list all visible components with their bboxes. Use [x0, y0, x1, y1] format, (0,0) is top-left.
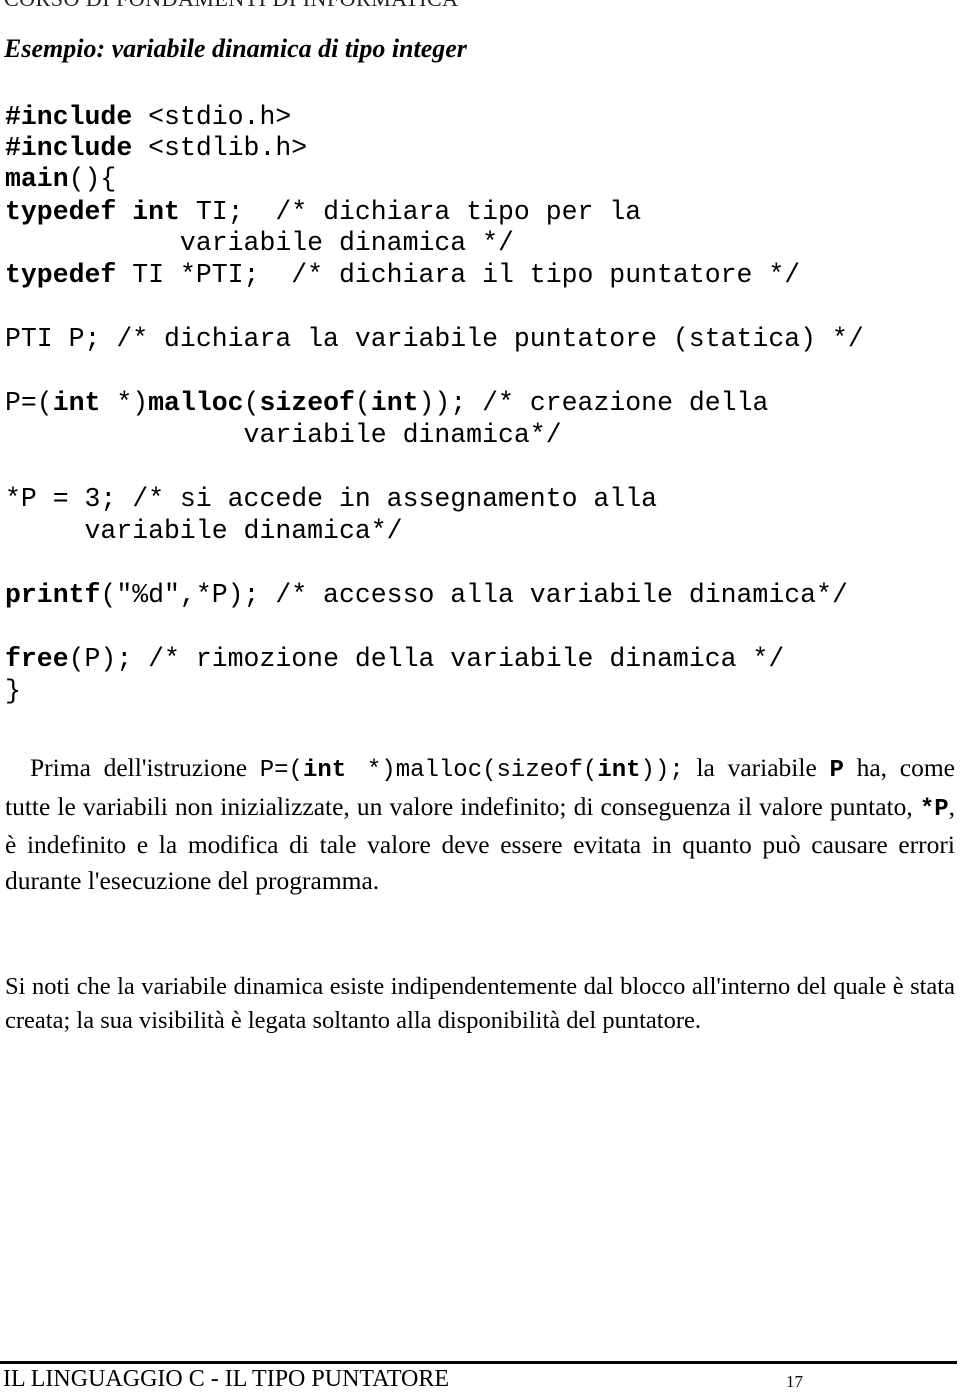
note-paragraph: Si noti che la variabile dinamica esiste…: [5, 973, 955, 1034]
code-line: main(){: [5, 164, 117, 194]
code-line: typedef TI *PTI; /* dichiara il tipo pun…: [5, 260, 801, 290]
code-line: variabile dinamica*/: [5, 420, 562, 450]
footer-rule: [0, 1361, 957, 1364]
code-line: variabile dinamica */: [5, 228, 514, 258]
code-line: free(P); /* rimozione della variabile di…: [5, 644, 785, 674]
code-line: }: [5, 676, 21, 706]
explanation-paragraph: Prima dell'istruzione P=(int *)malloc(si…: [5, 753, 955, 895]
footer-title: IL LINGUAGGIO C - IL TIPO PUNTATORE: [3, 1366, 450, 1392]
code-line: printf("%d",*P); /* accesso alla variabi…: [5, 580, 848, 610]
code-line: typedef int TI; /* dichiara tipo per la: [5, 197, 642, 227]
code-line: P=(int *)malloc(sizeof(int)); /* creazio…: [5, 388, 769, 418]
code-line: variabile dinamica*/: [5, 516, 403, 546]
code-line: *P = 3; /* si accede in assegnamento all…: [5, 484, 658, 514]
code-line: #include <stdlib.h>: [5, 133, 308, 163]
code-line: PTI P; /* dichiara la variabile puntator…: [5, 324, 864, 354]
running-header: CORSO DI FONDAMENTI DI INFORMATICA: [4, 0, 459, 12]
code-line: #include <stdio.h>: [5, 102, 292, 132]
example-title: Esempio: variabile dinamica di tipo inte…: [4, 34, 467, 63]
page-number: 17: [786, 1372, 803, 1391]
